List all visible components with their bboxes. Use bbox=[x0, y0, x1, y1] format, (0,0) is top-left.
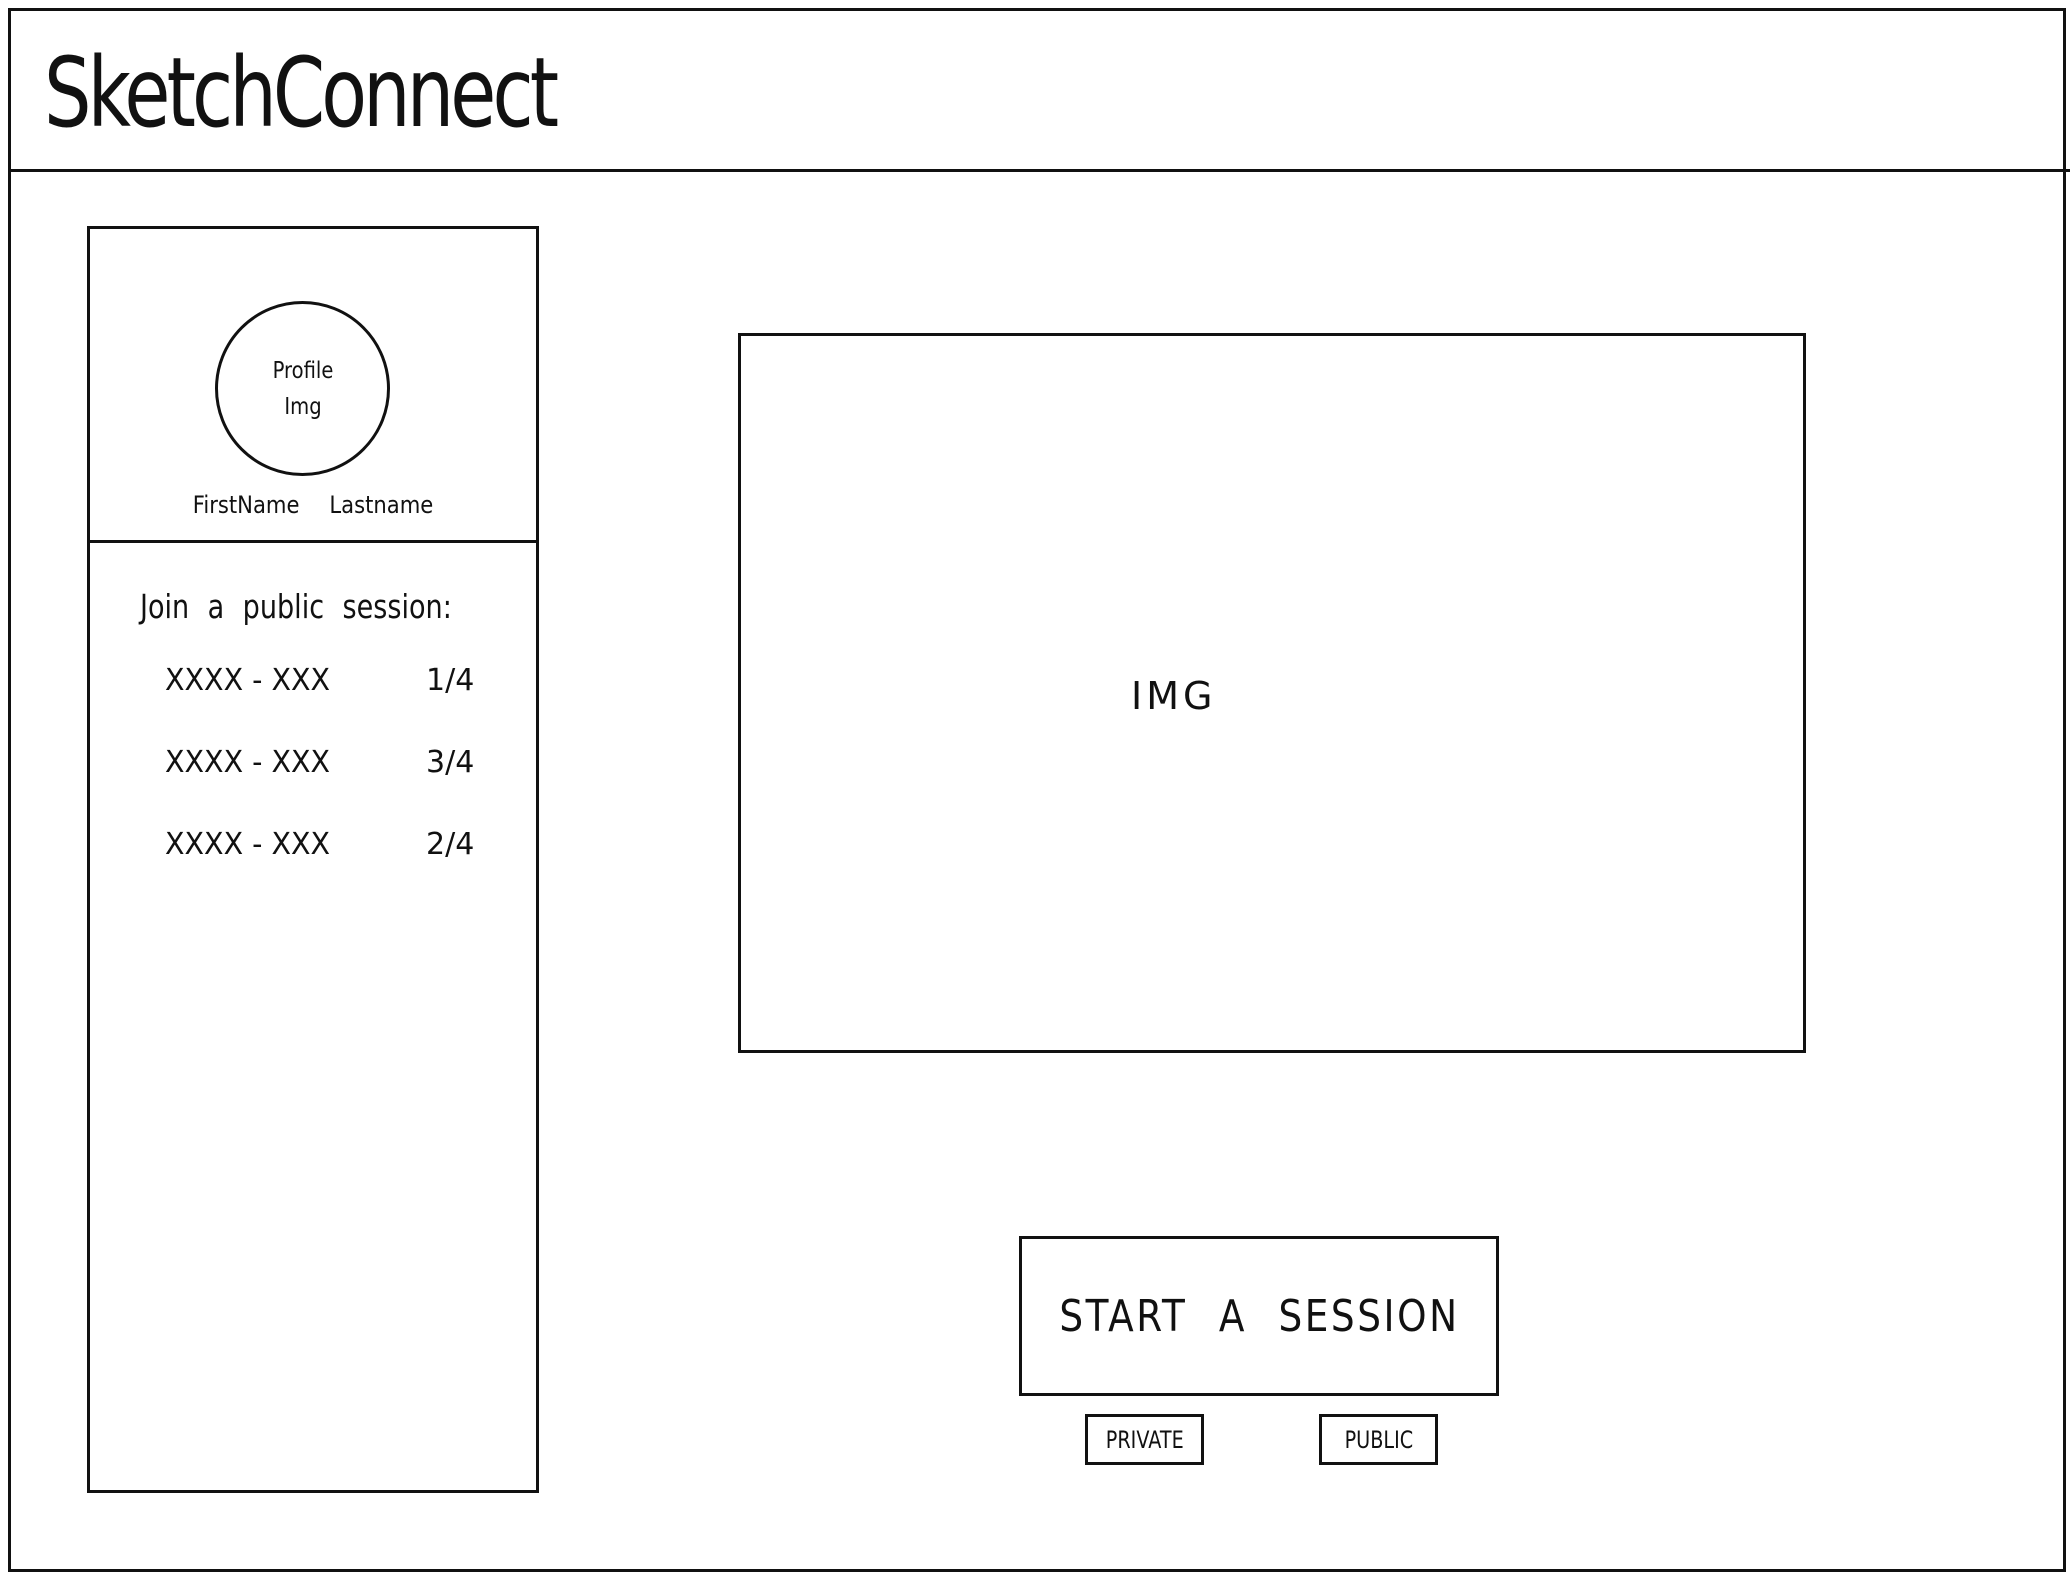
session-item[interactable]: XXXX - XXX 3/4 bbox=[90, 745, 536, 827]
sidebar: Profile Img FirstName Lastname Join a pu… bbox=[87, 226, 539, 1493]
start-session-button[interactable]: START A SESSION bbox=[1019, 1236, 1499, 1396]
private-label: PRIVATE bbox=[1105, 1425, 1184, 1454]
profile-section: Profile Img FirstName Lastname bbox=[90, 229, 536, 543]
session-code: XXXX - XXX bbox=[165, 827, 331, 862]
session-code: XXXX - XXX bbox=[165, 663, 331, 698]
session-occupancy: 1/4 bbox=[426, 663, 475, 698]
private-session-button[interactable]: PRIVATE bbox=[1085, 1414, 1204, 1465]
public-label: PUBLIC bbox=[1344, 1425, 1413, 1454]
session-occupancy: 2/4 bbox=[426, 827, 475, 862]
app-title: SketchConnect bbox=[44, 37, 559, 149]
session-occupancy: 3/4 bbox=[426, 745, 475, 780]
session-code: XXXX - XXX bbox=[165, 745, 331, 780]
public-session-button[interactable]: PUBLIC bbox=[1319, 1414, 1438, 1465]
main-image-placeholder: IMG bbox=[738, 333, 1806, 1053]
public-sessions-heading: Join a public session: bbox=[140, 587, 452, 626]
main-image-label: IMG bbox=[1131, 674, 1217, 718]
first-name: FirstName bbox=[192, 491, 300, 519]
header-divider bbox=[8, 169, 2070, 172]
avatar[interactable]: Profile Img bbox=[215, 301, 390, 476]
public-session-list: XXXX - XXX 1/4 XXXX - XXX 3/4 XXXX - XXX… bbox=[90, 663, 536, 909]
session-item[interactable]: XXXX - XXX 2/4 bbox=[90, 827, 536, 909]
last-name: Lastname bbox=[329, 491, 434, 519]
session-item[interactable]: XXXX - XXX 1/4 bbox=[90, 663, 536, 745]
start-session-label: START A SESSION bbox=[1058, 1290, 1460, 1342]
user-name: FirstName Lastname bbox=[117, 491, 509, 519]
avatar-label: Profile Img bbox=[272, 357, 333, 420]
